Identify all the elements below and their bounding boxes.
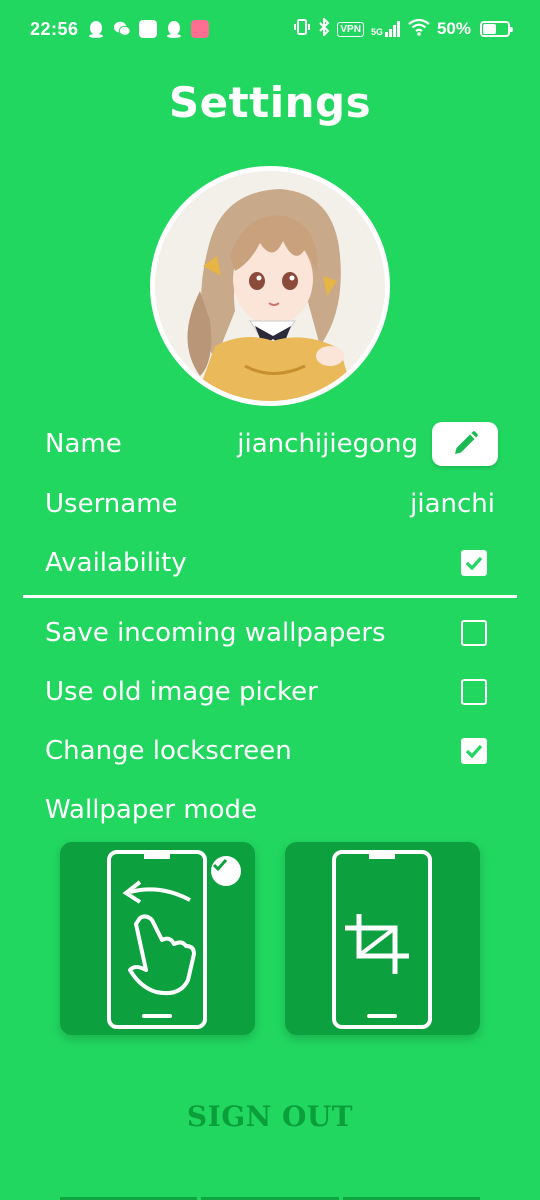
bilibili-icon xyxy=(190,20,209,38)
option-label: Use old image picker xyxy=(45,677,318,707)
check-icon xyxy=(465,556,483,571)
qq-icon xyxy=(87,20,105,38)
option-use-old-image-picker: Use old image picker xyxy=(45,672,495,712)
vibrate-icon xyxy=(293,18,311,41)
status-bar: 22:56 VPN 5G 50% xyxy=(0,0,540,58)
bluetooth-icon xyxy=(318,16,330,41)
use-old-image-picker-checkbox[interactable] xyxy=(461,679,487,705)
wifi-icon xyxy=(408,18,430,41)
save-incoming-wallpapers-checkbox[interactable] xyxy=(461,620,487,646)
check-icon xyxy=(465,744,483,759)
edit-name-button[interactable] xyxy=(432,422,498,466)
wallpaper-mode-row: Wallpaper mode xyxy=(45,790,495,830)
selected-check-icon xyxy=(211,856,241,886)
availability-row: Availability xyxy=(45,543,495,583)
option-change-lockscreen: Change lockscreen xyxy=(45,731,495,771)
availability-checkbox[interactable] xyxy=(461,550,487,576)
wallpaper-mode-label: Wallpaper mode xyxy=(45,795,258,825)
username-row: Username jianchi xyxy=(45,484,495,524)
option-label: Save incoming wallpapers xyxy=(45,618,386,648)
avatar-illustration xyxy=(155,171,385,401)
battery-icon xyxy=(480,21,513,37)
option-save-incoming-wallpapers: Save incoming wallpapers xyxy=(45,613,495,653)
signal-icon: 5G xyxy=(371,21,401,37)
vpn-badge: VPN xyxy=(337,21,364,37)
qq-icon xyxy=(165,20,183,38)
wallpaper-mode-crop-card[interactable] xyxy=(285,842,480,1035)
option-label: Change lockscreen xyxy=(45,736,292,766)
change-lockscreen-checkbox[interactable] xyxy=(461,738,487,764)
page-title: Settings xyxy=(168,78,372,127)
avatar[interactable] xyxy=(150,166,390,406)
wechat-icon xyxy=(113,20,131,38)
username-value: jianchi xyxy=(410,489,495,519)
name-value: jianchijiegong xyxy=(237,429,418,459)
status-time: 22:56 xyxy=(30,18,79,39)
pencil-icon xyxy=(455,431,478,454)
crop-icon xyxy=(332,850,432,1029)
section-divider xyxy=(23,595,517,598)
availability-label: Availability xyxy=(45,548,187,578)
wallpaper-mode-swipe-card[interactable] xyxy=(60,842,255,1035)
battery-percent: 50% xyxy=(436,19,471,38)
username-label: Username xyxy=(45,489,178,519)
app-notification-icon xyxy=(138,20,157,38)
sign-out-button[interactable]: SIGN OUT xyxy=(0,1100,540,1133)
name-row: Name jianchijiegong xyxy=(45,422,498,466)
name-label: Name xyxy=(45,429,122,459)
